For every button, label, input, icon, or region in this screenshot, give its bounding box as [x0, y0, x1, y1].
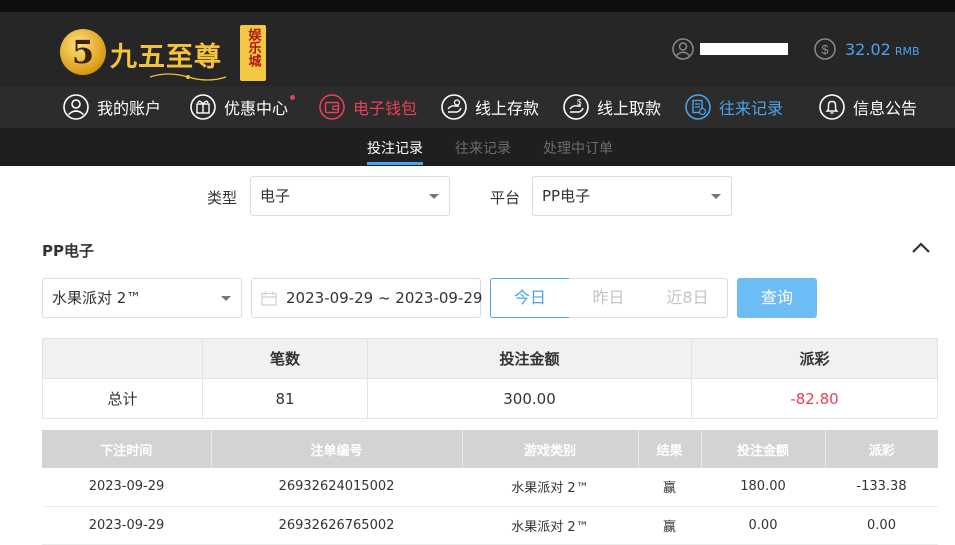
platform-label: 平台: [490, 189, 521, 207]
gift-icon: [190, 94, 216, 120]
summary-total-count: 81: [202, 378, 368, 419]
nav-my-account[interactable]: 我的账户: [63, 93, 161, 121]
balance-amount: 32.02: [845, 40, 891, 59]
user-icon: [63, 94, 89, 120]
records-table: 下注时间 注单编号 游戏类别 结果 投注金额 派彩 2023-09-29 269…: [42, 430, 938, 545]
nav-promotions[interactable]: 优惠中心: [190, 93, 296, 121]
nav-label: 我的账户: [97, 99, 162, 118]
calendar-icon: [261, 291, 277, 306]
col-game-type[interactable]: 游戏类别: [462, 430, 639, 468]
balance-currency: RMB: [894, 45, 920, 58]
nav-transaction-records[interactable]: 往来记录: [685, 93, 783, 121]
date-range-value: 2023-09-29 ~ 2023-09-29: [286, 289, 483, 307]
chevron-down-icon: [711, 194, 721, 199]
cell-game: 水果派对 2™: [462, 468, 638, 507]
header: 5 九五至尊 娱乐城 $ 32.02 RMB: [0, 12, 955, 86]
type-label: 类型: [207, 189, 238, 207]
table-row[interactable]: 2023-09-29 26932624015002 水果派对 2™ 赢 180.…: [42, 468, 938, 507]
cell-order-id: 26932626765002: [211, 506, 462, 545]
summary-header-blank: [42, 338, 203, 379]
logo-badge: 5: [60, 29, 106, 75]
account-balance: 32.02 RMB: [845, 40, 920, 59]
last-8-days-button[interactable]: 近8日: [648, 278, 728, 318]
wallet-icon: [319, 94, 345, 120]
nav-label: 信息公告: [853, 99, 918, 118]
cell-time: 2023-09-29: [42, 468, 211, 507]
records-icon: [685, 94, 711, 120]
nav-label: 优惠中心: [224, 99, 289, 118]
withdraw-icon: $: [563, 94, 589, 120]
nav-e-wallet[interactable]: 电子钱包: [319, 93, 417, 121]
section-title: PP电子: [42, 242, 94, 260]
cell-bet: 180.00: [701, 468, 825, 507]
summary-total-bet: 300.00: [367, 378, 692, 419]
nav-label: 电子钱包: [353, 99, 418, 118]
nav-online-withdraw[interactable]: $ 线上取款: [563, 93, 661, 121]
nav-label: 线上取款: [597, 99, 662, 118]
col-result[interactable]: 结果: [638, 430, 702, 468]
svg-text:$: $: [577, 98, 582, 107]
summary-header-row: 笔数 投注金额 派彩: [42, 338, 938, 379]
logo-flourish-icon: [149, 73, 227, 81]
chevron-down-icon: [429, 194, 439, 199]
tab-transaction-records[interactable]: 往来记录: [455, 138, 511, 158]
summary-header-payout: 派彩: [691, 338, 938, 379]
game-select-value: 水果派对 2™: [52, 289, 142, 307]
nav-announcements[interactable]: 信息公告: [819, 93, 917, 121]
nav-label: 往来记录: [719, 99, 784, 118]
type-select-value: 电子: [260, 187, 291, 205]
nav-online-deposit[interactable]: 线上存款: [441, 93, 539, 121]
summary-total-payout: -82.80: [691, 378, 938, 419]
nav-label: 线上存款: [475, 99, 540, 118]
col-bet-amount[interactable]: 投注金额: [701, 430, 826, 468]
summary-header-bet: 投注金额: [367, 338, 692, 379]
game-select[interactable]: 水果派对 2™: [42, 278, 242, 318]
bell-icon: [819, 94, 845, 120]
type-select[interactable]: 电子: [250, 176, 450, 216]
today-button[interactable]: 今日: [490, 278, 570, 318]
cell-order-id: 26932624015002: [211, 468, 462, 507]
summary-total-label: 总计: [42, 378, 203, 419]
col-payout[interactable]: 派彩: [825, 430, 938, 468]
cell-bet: 0.00: [701, 506, 825, 545]
brand-stamp: 娱乐城: [240, 25, 266, 81]
col-order-id[interactable]: 注单编号: [211, 430, 463, 468]
chevron-up-icon[interactable]: [910, 238, 932, 258]
user-avatar-icon[interactable]: [672, 38, 694, 60]
top-strip: [0, 0, 955, 12]
col-bet-time[interactable]: 下注时间: [42, 430, 212, 468]
username-redacted: [700, 43, 788, 55]
svg-text:$: $: [821, 42, 829, 57]
platform-select-value: PP电子: [542, 187, 591, 205]
records-header-row: 下注时间 注单编号 游戏类别 结果 投注金额 派彩: [42, 430, 938, 468]
dollar-coin-icon: $: [814, 38, 836, 60]
summary-total-row: 总计 81 300.00 -82.80: [42, 378, 938, 419]
date-range-input[interactable]: 2023-09-29 ~ 2023-09-29: [251, 278, 483, 318]
search-button[interactable]: 查询: [737, 278, 817, 318]
summary-header-count: 笔数: [202, 338, 368, 379]
chevron-down-icon: [221, 296, 231, 301]
sub-tabs: 投注记录 往来记录 处理中订单: [0, 128, 955, 166]
cell-result: 赢: [638, 468, 701, 507]
brand-logo[interactable]: 5 九五至尊 娱乐城: [60, 21, 270, 85]
cell-game: 水果派对 2™: [462, 506, 638, 545]
cell-payout: 0.00: [825, 506, 938, 545]
table-row[interactable]: 2023-09-29 26932626765002 水果派对 2™ 赢 0.00…: [42, 506, 938, 545]
platform-select[interactable]: PP电子: [532, 176, 732, 216]
notification-dot: [290, 95, 296, 100]
main-nav: 我的账户 优惠中心 电子钱包 线上存款 $ 线上取款 往来记录 信息公告: [0, 86, 955, 128]
brand-name: 九五至尊: [110, 42, 222, 73]
cell-payout: -133.38: [825, 468, 938, 507]
tab-bet-records[interactable]: 投注记录: [367, 138, 423, 158]
cell-time: 2023-09-29: [42, 506, 211, 545]
tab-pending-orders[interactable]: 处理中订单: [543, 138, 613, 158]
yesterday-button[interactable]: 昨日: [569, 278, 649, 318]
deposit-icon: [441, 94, 467, 120]
summary-table: 笔数 投注金额 派彩 总计 81 300.00 -82.80: [42, 338, 938, 419]
cell-result: 赢: [638, 506, 701, 545]
active-tab-indicator: [367, 162, 423, 165]
